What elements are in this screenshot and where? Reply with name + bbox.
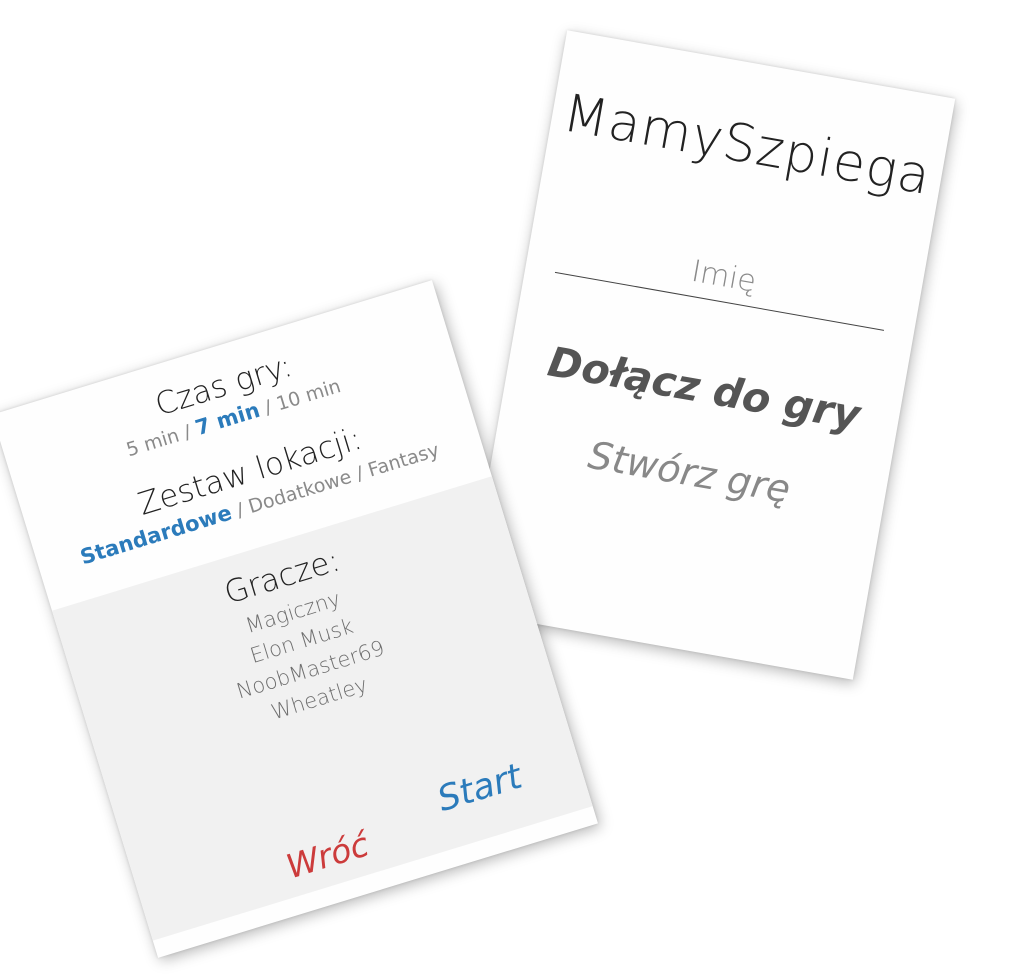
join-card: MamySzpiega Dołącz do gry Stwórz grę	[464, 30, 956, 680]
app-title: MamySzpiega	[558, 83, 936, 208]
app-stage: MamySzpiega Dołącz do gry Stwórz grę Cza…	[0, 0, 1016, 977]
name-input[interactable]	[554, 222, 893, 331]
